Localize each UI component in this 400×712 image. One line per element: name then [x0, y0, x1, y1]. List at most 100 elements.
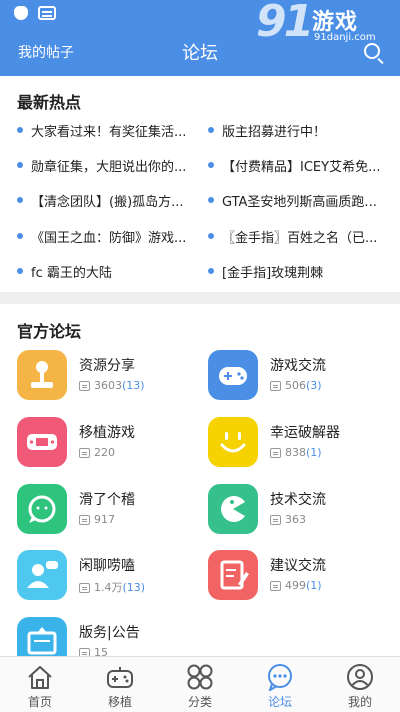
hot-topic-item[interactable]: 【清念团队】(搬)孤岛方... — [17, 189, 197, 213]
tab-home[interactable]: 首页 — [0, 657, 80, 712]
forum-item-game-talk[interactable]: 游戏交流 506(3) — [208, 350, 393, 404]
post-count: 506 — [285, 379, 306, 392]
post-count: 363 — [285, 513, 306, 526]
hot-topic-text: 【付费精品】ICEY艾希免... — [222, 160, 381, 175]
forum-name: 闲聊唠嗑 — [79, 558, 135, 574]
tab-category[interactable]: 分类 — [160, 657, 240, 712]
forum-name: 移植游戏 — [79, 425, 135, 441]
home-icon — [28, 666, 52, 689]
hot-section-title: 最新热点 — [17, 93, 82, 112]
message-icon — [79, 448, 90, 458]
profile-icon — [347, 664, 373, 690]
forum-name: 滑了个稽 — [79, 492, 135, 508]
hot-topic-text: 〖金手指〗百姓之名（已... — [222, 231, 378, 246]
hot-topic-text: fc 霸王的大陆 — [31, 266, 112, 281]
message-icon — [270, 448, 281, 458]
new-post-count: (13) — [122, 581, 146, 594]
forum-name: 建议交流 — [270, 558, 326, 574]
post-count: 1.4万 — [94, 581, 123, 594]
bullet-dot — [17, 162, 23, 168]
forum-item-ported-games[interactable]: 移植游戏 220 — [17, 417, 202, 471]
bullet-dot — [208, 268, 214, 274]
tab-forum[interactable]: 论坛 — [240, 657, 320, 712]
forum-stats: 220 — [79, 446, 115, 459]
chat-bubble-icon — [28, 495, 56, 523]
hot-topic-item[interactable]: 勋章征集，大胆说出你的... — [17, 154, 197, 178]
post-count: 838 — [285, 446, 306, 459]
hot-topic-text: 《国王之血：防御》游戏... — [31, 231, 187, 246]
hot-topic-item[interactable]: fc 霸王的大陆 — [17, 260, 197, 284]
hot-topic-item[interactable]: 【付费精品】ICEY艾希免... — [208, 154, 388, 178]
forum-item-tech-talk[interactable]: 技术交流 363 — [208, 484, 393, 538]
message-icon — [79, 515, 90, 525]
bottom-tab-bar: 首页 移植 分类 论坛 我的 — [0, 656, 400, 712]
hot-topic-item[interactable]: 大家看过来！有奖征集活... — [17, 119, 197, 143]
hot-topic-text: 【清念团队】(搬)孤岛方... — [31, 195, 184, 210]
forum-stats: 3603(13) — [79, 379, 145, 392]
tab-label: 分类 — [187, 695, 212, 709]
joystick-icon — [31, 361, 53, 388]
bullet-dot — [208, 127, 214, 133]
new-post-count: (3) — [306, 379, 322, 392]
post-count: 499 — [285, 579, 306, 592]
new-post-count: (1) — [306, 579, 322, 592]
forum-icon — [268, 664, 292, 691]
forum-name: 幸运破解器 — [270, 425, 340, 441]
forums-section-title: 官方论坛 — [17, 322, 82, 341]
forum-name: 版务|公告 — [79, 625, 140, 641]
forum-item-resource-share[interactable]: 资源分享 3603(13) — [17, 350, 202, 404]
bullet-dot — [208, 197, 214, 203]
forum-stats: 506(3) — [270, 379, 322, 392]
post-count: 220 — [94, 446, 115, 459]
forum-stats: 838(1) — [270, 446, 322, 459]
gamepad-icon — [107, 667, 133, 688]
forum-item-lucky-cracker[interactable]: 幸运破解器 838(1) — [208, 417, 393, 471]
message-icon — [270, 381, 281, 391]
hot-topic-text: GTA圣安地列斯高画质跑... — [222, 195, 377, 210]
watermark-url: 91danji.com — [314, 32, 376, 43]
bullet-dot — [17, 268, 23, 274]
new-post-count: (13) — [122, 379, 145, 392]
bullet-dot — [208, 162, 214, 168]
bullet-dot — [17, 127, 23, 133]
hot-topic-item[interactable]: 版主招募进行中！ — [208, 119, 388, 143]
forum-item-funny[interactable]: 滑了个稽 917 — [17, 484, 202, 538]
edit-document-icon — [220, 560, 249, 590]
smiley-face-icon — [220, 432, 246, 453]
forum-item-suggestions[interactable]: 建议交流 499(1) — [208, 550, 393, 604]
message-icon — [270, 515, 281, 525]
pacman-icon — [221, 496, 245, 522]
tab-ported[interactable]: 移植 — [80, 657, 160, 712]
tab-label: 移植 — [107, 695, 132, 709]
forum-item-chitchat[interactable]: 闲聊唠嗑 1.4万(13) — [17, 550, 202, 604]
hot-topic-item[interactable]: 〖金手指〗百姓之名（已... — [208, 225, 388, 249]
tab-label: 我的 — [347, 695, 372, 709]
hot-topic-item[interactable]: 《国王之血：防御》游戏... — [17, 225, 197, 249]
message-icon — [79, 583, 90, 593]
forum-name: 游戏交流 — [270, 358, 326, 374]
new-post-count: (1) — [306, 446, 322, 459]
watermark-number: 91 — [256, 0, 314, 47]
forum-name: 资源分享 — [79, 358, 135, 374]
gamepad-icon — [219, 367, 247, 385]
hot-topic-text: [金手指]玫瑰荆棘 — [222, 266, 324, 281]
post-count: 3603 — [94, 379, 122, 392]
bullet-dot — [17, 233, 23, 239]
hot-topic-text: 勋章征集，大胆说出你的... — [31, 160, 187, 175]
hot-topic-item[interactable]: [金手指]玫瑰荆棘 — [208, 260, 388, 284]
hot-topic-text: 版主招募进行中！ — [222, 125, 327, 140]
hot-topic-item[interactable]: GTA圣安地列斯高画质跑... — [208, 189, 388, 213]
shield-icon — [14, 6, 28, 20]
tab-label: 首页 — [27, 695, 52, 709]
news-icon — [38, 6, 56, 20]
category-icon — [187, 664, 213, 690]
forum-stats: 499(1) — [270, 579, 322, 592]
tab-profile[interactable]: 我的 — [320, 657, 400, 712]
tab-label: 论坛 — [267, 695, 292, 709]
forum-stats: 917 — [79, 513, 115, 526]
hot-topic-text: 大家看过来！有奖征集活... — [31, 125, 187, 140]
user-chat-icon — [27, 561, 58, 588]
forum-stats: 363 — [270, 513, 306, 526]
handheld-console-icon — [27, 434, 57, 450]
bullet-dot — [17, 197, 23, 203]
